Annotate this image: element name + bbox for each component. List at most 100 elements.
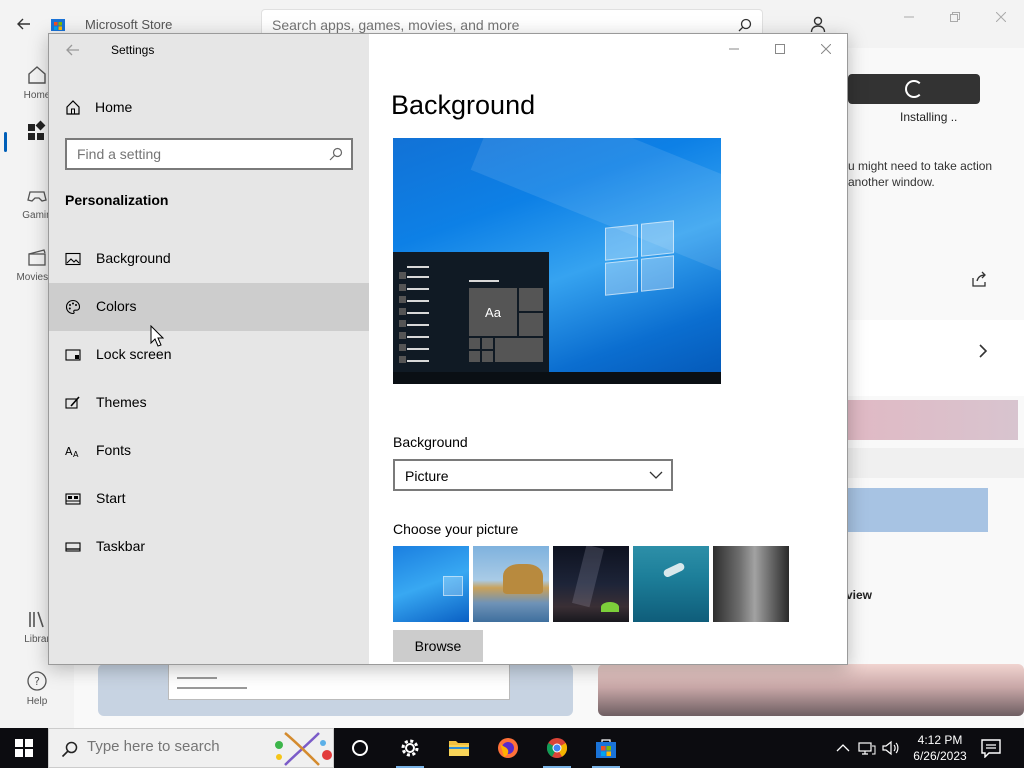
close-icon <box>821 44 831 54</box>
share-icon[interactable] <box>970 270 988 288</box>
clock-date: 6/26/2023 <box>913 749 967 763</box>
windows-logo-icon <box>605 220 677 296</box>
system-tray <box>836 728 900 768</box>
store-maximize-button[interactable] <box>932 6 978 28</box>
action-center-icon[interactable] <box>980 738 1002 758</box>
doc-line <box>177 677 217 679</box>
taskbar-search-input[interactable] <box>87 738 277 755</box>
settings-window: Settings Home Personalization Background… <box>48 33 848 665</box>
store-nav-help[interactable]: ? Help <box>0 662 74 722</box>
find-setting-input[interactable] <box>67 140 317 168</box>
menu-item-fonts[interactable]: AA Fonts <box>49 427 369 475</box>
preview-tile <box>469 351 480 362</box>
menu-square <box>399 308 406 315</box>
install-status: Installing .. <box>900 110 958 124</box>
settings-title: Settings <box>111 43 155 57</box>
settings-maximize-button[interactable] <box>757 34 803 64</box>
picture-thumb-rock-face[interactable] <box>713 546 789 622</box>
store-close-button[interactable] <box>978 6 1024 28</box>
settings-home-link[interactable]: Home <box>49 90 369 124</box>
menu-square <box>399 332 406 339</box>
menu-square <box>399 320 406 327</box>
settings-minimize-button[interactable] <box>711 34 757 64</box>
start-menu-preview: Aa <box>393 252 549 376</box>
search-highlight-dna-icon <box>275 732 332 766</box>
picture-thumb-beach-rock[interactable] <box>473 546 549 622</box>
taskbar-file-explorer[interactable] <box>435 728 483 768</box>
svg-text:A: A <box>73 450 79 459</box>
settings-icon <box>401 739 419 757</box>
tile-heading <box>469 280 499 282</box>
store-logo-icon <box>51 19 65 31</box>
lock-screen-icon <box>65 349 81 361</box>
logo-pane <box>641 220 674 257</box>
chevron-right-icon <box>979 344 988 358</box>
palette-icon <box>65 299 81 315</box>
menu-item-colors[interactable]: Colors <box>49 283 369 331</box>
picture-thumb-night-sky[interactable] <box>553 546 629 622</box>
windows-logo-icon <box>15 739 33 757</box>
taskbar-clock[interactable]: 4:12 PM 6/26/2023 <box>908 732 972 764</box>
preview-tile <box>469 338 480 349</box>
home-icon <box>66 100 80 115</box>
gamepad-icon <box>27 191 47 202</box>
background-label: Background <box>393 434 468 450</box>
menu-item-themes[interactable]: Themes <box>49 379 369 427</box>
volume-icon[interactable] <box>882 740 900 756</box>
menu-label: Fonts <box>96 442 132 458</box>
minimize-icon <box>904 16 914 18</box>
menu-label: Themes <box>96 394 147 410</box>
minimize-icon <box>729 48 739 50</box>
milky-way-shape <box>572 546 604 608</box>
background-dropdown[interactable]: Picture <box>393 459 673 491</box>
store-expand-row[interactable] <box>848 320 1024 396</box>
preview-tile <box>495 338 543 362</box>
settings-close-button[interactable] <box>803 34 847 64</box>
install-button[interactable] <box>848 74 980 104</box>
chrome-icon <box>546 738 568 758</box>
section-heading: Personalization <box>65 192 169 208</box>
search-icon[interactable] <box>738 18 752 32</box>
home-label: Home <box>95 99 133 115</box>
picture-thumb-underwater[interactable] <box>633 546 709 622</box>
store-back-button[interactable] <box>12 12 36 36</box>
chevron-up-icon[interactable] <box>836 743 850 753</box>
back-arrow-icon[interactable] <box>65 42 81 58</box>
taskbar-microsoft-store[interactable] <box>582 728 630 768</box>
taskbar-chrome[interactable] <box>533 728 581 768</box>
store-promo-card[interactable] <box>598 664 1024 716</box>
taskbar-firefox[interactable] <box>484 728 532 768</box>
review-label: view <box>846 588 873 602</box>
menu-square <box>399 344 406 351</box>
install-note-line: u might need to take action <box>848 159 993 173</box>
menu-line <box>407 360 429 362</box>
menu-item-start[interactable]: Start <box>49 475 369 523</box>
browse-button[interactable]: Browse <box>393 630 483 662</box>
dropdown-value: Picture <box>405 468 449 484</box>
network-icon[interactable] <box>858 740 876 756</box>
picture-thumb-windows-blue[interactable] <box>393 546 469 622</box>
store-nav-label: Home <box>23 90 51 101</box>
menu-item-lock-screen[interactable]: Lock screen <box>49 331 369 379</box>
menu-item-background[interactable]: Background <box>49 235 369 283</box>
home-icon <box>28 66 46 84</box>
cortana-button[interactable] <box>336 728 384 768</box>
firefox-icon <box>498 738 518 758</box>
store-promo-card[interactable] <box>98 664 573 716</box>
taskbar-search-box[interactable] <box>48 728 334 768</box>
start-button[interactable] <box>0 728 48 768</box>
menu-line <box>407 276 429 278</box>
store-minimize-button[interactable] <box>886 6 932 28</box>
svg-text:?: ? <box>34 675 40 688</box>
help-icon: ? <box>27 671 47 691</box>
menu-item-taskbar[interactable]: Taskbar <box>49 523 369 571</box>
maximize-icon <box>775 44 785 54</box>
search-icon[interactable] <box>329 147 343 161</box>
store-row <box>848 448 1024 478</box>
settings-nav-pane: Settings Home Personalization Background… <box>49 34 369 664</box>
rock-shape <box>503 564 543 594</box>
taskbar-settings-app[interactable] <box>386 728 434 768</box>
start-icon <box>65 493 81 505</box>
loading-spinner-icon <box>905 80 923 98</box>
find-setting-box[interactable] <box>65 138 353 170</box>
